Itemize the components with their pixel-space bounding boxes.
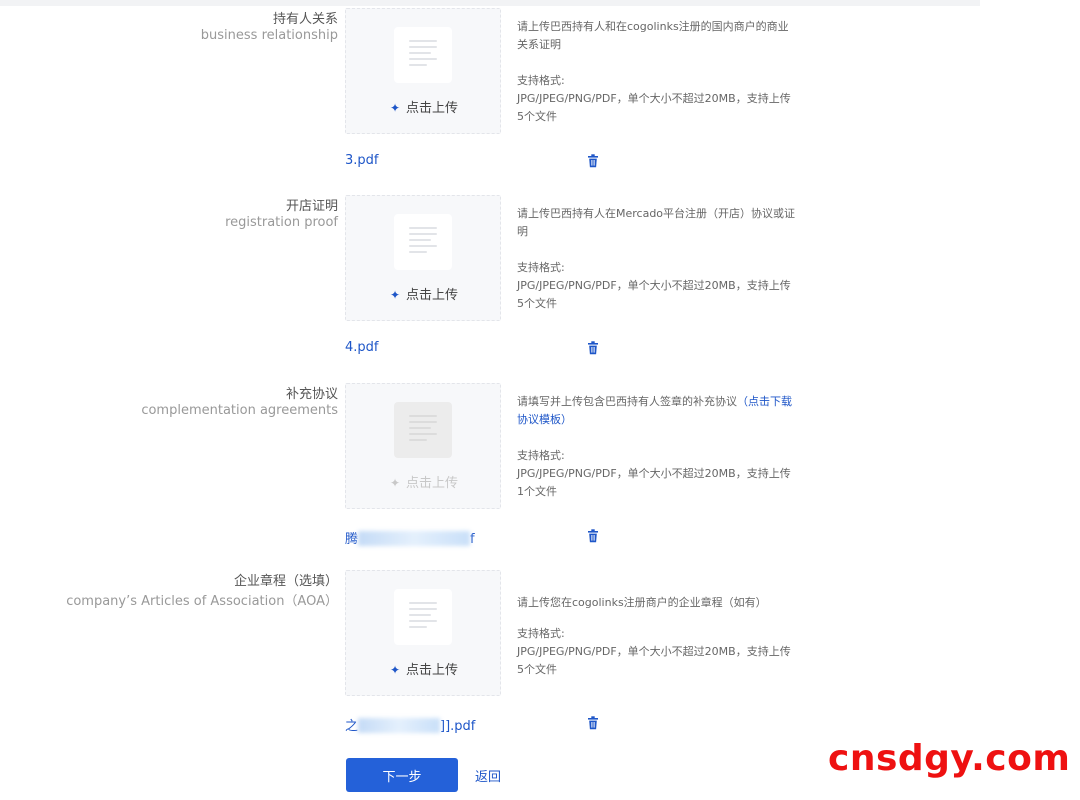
top-divider xyxy=(0,0,980,6)
format-hint: 支持格式: JPG/JPEG/PNG/PDF，单个大小不超过20MB，支持上传5… xyxy=(517,259,797,313)
format-text: JPG/JPEG/PNG/PDF，单个大小不超过20MB，支持上传1个文件 xyxy=(517,467,791,498)
plus-icon: ✦ xyxy=(389,663,401,677)
format-hint: 支持格式: JPG/JPEG/PNG/PDF，单个大小不超过20MB，支持上传1… xyxy=(517,447,797,501)
document-placeholder-icon xyxy=(394,27,452,83)
format-title: 支持格式: xyxy=(517,74,565,87)
field-registration-proof: 开店证明 registration proof ✦ 点击上传 请上传巴西持有人在M… xyxy=(0,195,1080,383)
field-description: 请上传您在cogolinks注册商户的企业章程（如有） xyxy=(517,596,767,609)
back-link[interactable]: 返回 xyxy=(475,766,501,785)
uploaded-file-link[interactable]: 3.pdf xyxy=(345,153,378,168)
format-text: JPG/JPEG/PNG/PDF，单个大小不超过20MB，支持上传5个文件 xyxy=(517,279,791,310)
plus-icon: ✦ xyxy=(389,101,401,115)
uploaded-file-link[interactable]: 4.pdf xyxy=(345,340,378,355)
field-label-cn: 补充协议 xyxy=(285,387,338,402)
field-complementation-agreements: 补充协议 complementation agreements ✦ 点击上传 请填… xyxy=(0,383,1080,571)
upload-box: ✦ 点击上传 xyxy=(345,383,501,509)
field-description: 请上传巴西持有人在Mercado平台注册（开店）协议或证明 xyxy=(517,207,796,238)
format-hint: 支持格式: JPG/JPEG/PNG/PDF，单个大小不超过20MB，支持上传5… xyxy=(517,625,797,679)
next-step-button[interactable]: 下一步 xyxy=(346,758,458,792)
format-title: 支持格式: xyxy=(517,261,565,274)
field-description: 请上传巴西持有人和在cogolinks注册的国内商户的商业关系证明 xyxy=(517,20,789,51)
field-description: 请填写并上传包含巴西持有人签章的补充协议（点击下载协议模板） xyxy=(517,395,792,426)
field-label-en: complementation agreements xyxy=(141,403,338,418)
field-articles-of-association: 企业章程（选填） company’s Articles of Associati… xyxy=(0,570,1080,758)
field-label-en: business relationship xyxy=(200,28,338,43)
delete-icon[interactable] xyxy=(587,529,599,543)
uploaded-file-link[interactable]: 之]].pdf xyxy=(345,715,475,734)
field-label-cn: 开店证明 xyxy=(285,199,338,214)
format-hint: 支持格式: JPG/JPEG/PNG/PDF，单个大小不超过20MB，支持上传5… xyxy=(517,72,797,126)
document-placeholder-icon xyxy=(394,402,452,458)
field-label-en: company’s Articles of Association（AOA） xyxy=(66,594,338,609)
redacted-filename xyxy=(358,718,441,733)
field-label-cn: 企业章程（选填） xyxy=(233,574,338,589)
delete-icon[interactable] xyxy=(587,716,599,730)
delete-icon[interactable] xyxy=(587,341,599,355)
format-text: JPG/JPEG/PNG/PDF，单个大小不超过20MB，支持上传5个文件 xyxy=(517,92,791,123)
upload-label[interactable]: ✦ 点击上传 xyxy=(346,284,502,303)
redacted-filename xyxy=(358,531,471,546)
field-business-relationship: 持有人关系 business relationship ✦ 点击上传 请上传巴西持… xyxy=(0,8,1080,196)
format-title: 支持格式: xyxy=(517,449,565,462)
field-label-cn: 持有人关系 xyxy=(272,12,338,27)
plus-icon: ✦ xyxy=(389,476,401,490)
document-placeholder-icon xyxy=(394,589,452,645)
upload-box[interactable]: ✦ 点击上传 xyxy=(345,195,501,321)
uploaded-file-link[interactable]: 腾f xyxy=(345,528,475,547)
plus-icon: ✦ xyxy=(389,288,401,302)
upload-label[interactable]: ✦ 点击上传 xyxy=(346,659,502,678)
delete-icon[interactable] xyxy=(587,154,599,168)
format-title: 支持格式: xyxy=(517,627,565,640)
field-label-en: registration proof xyxy=(225,215,338,230)
document-placeholder-icon xyxy=(394,214,452,270)
upload-label[interactable]: ✦ 点击上传 xyxy=(346,97,502,116)
upload-box[interactable]: ✦ 点击上传 xyxy=(345,8,501,134)
upload-label: ✦ 点击上传 xyxy=(389,476,459,491)
format-text: JPG/JPEG/PNG/PDF，单个大小不超过20MB，支持上传5个文件 xyxy=(517,645,791,676)
upload-box[interactable]: ✦ 点击上传 xyxy=(345,570,501,696)
watermark: cnsdgy.com xyxy=(828,738,1071,779)
